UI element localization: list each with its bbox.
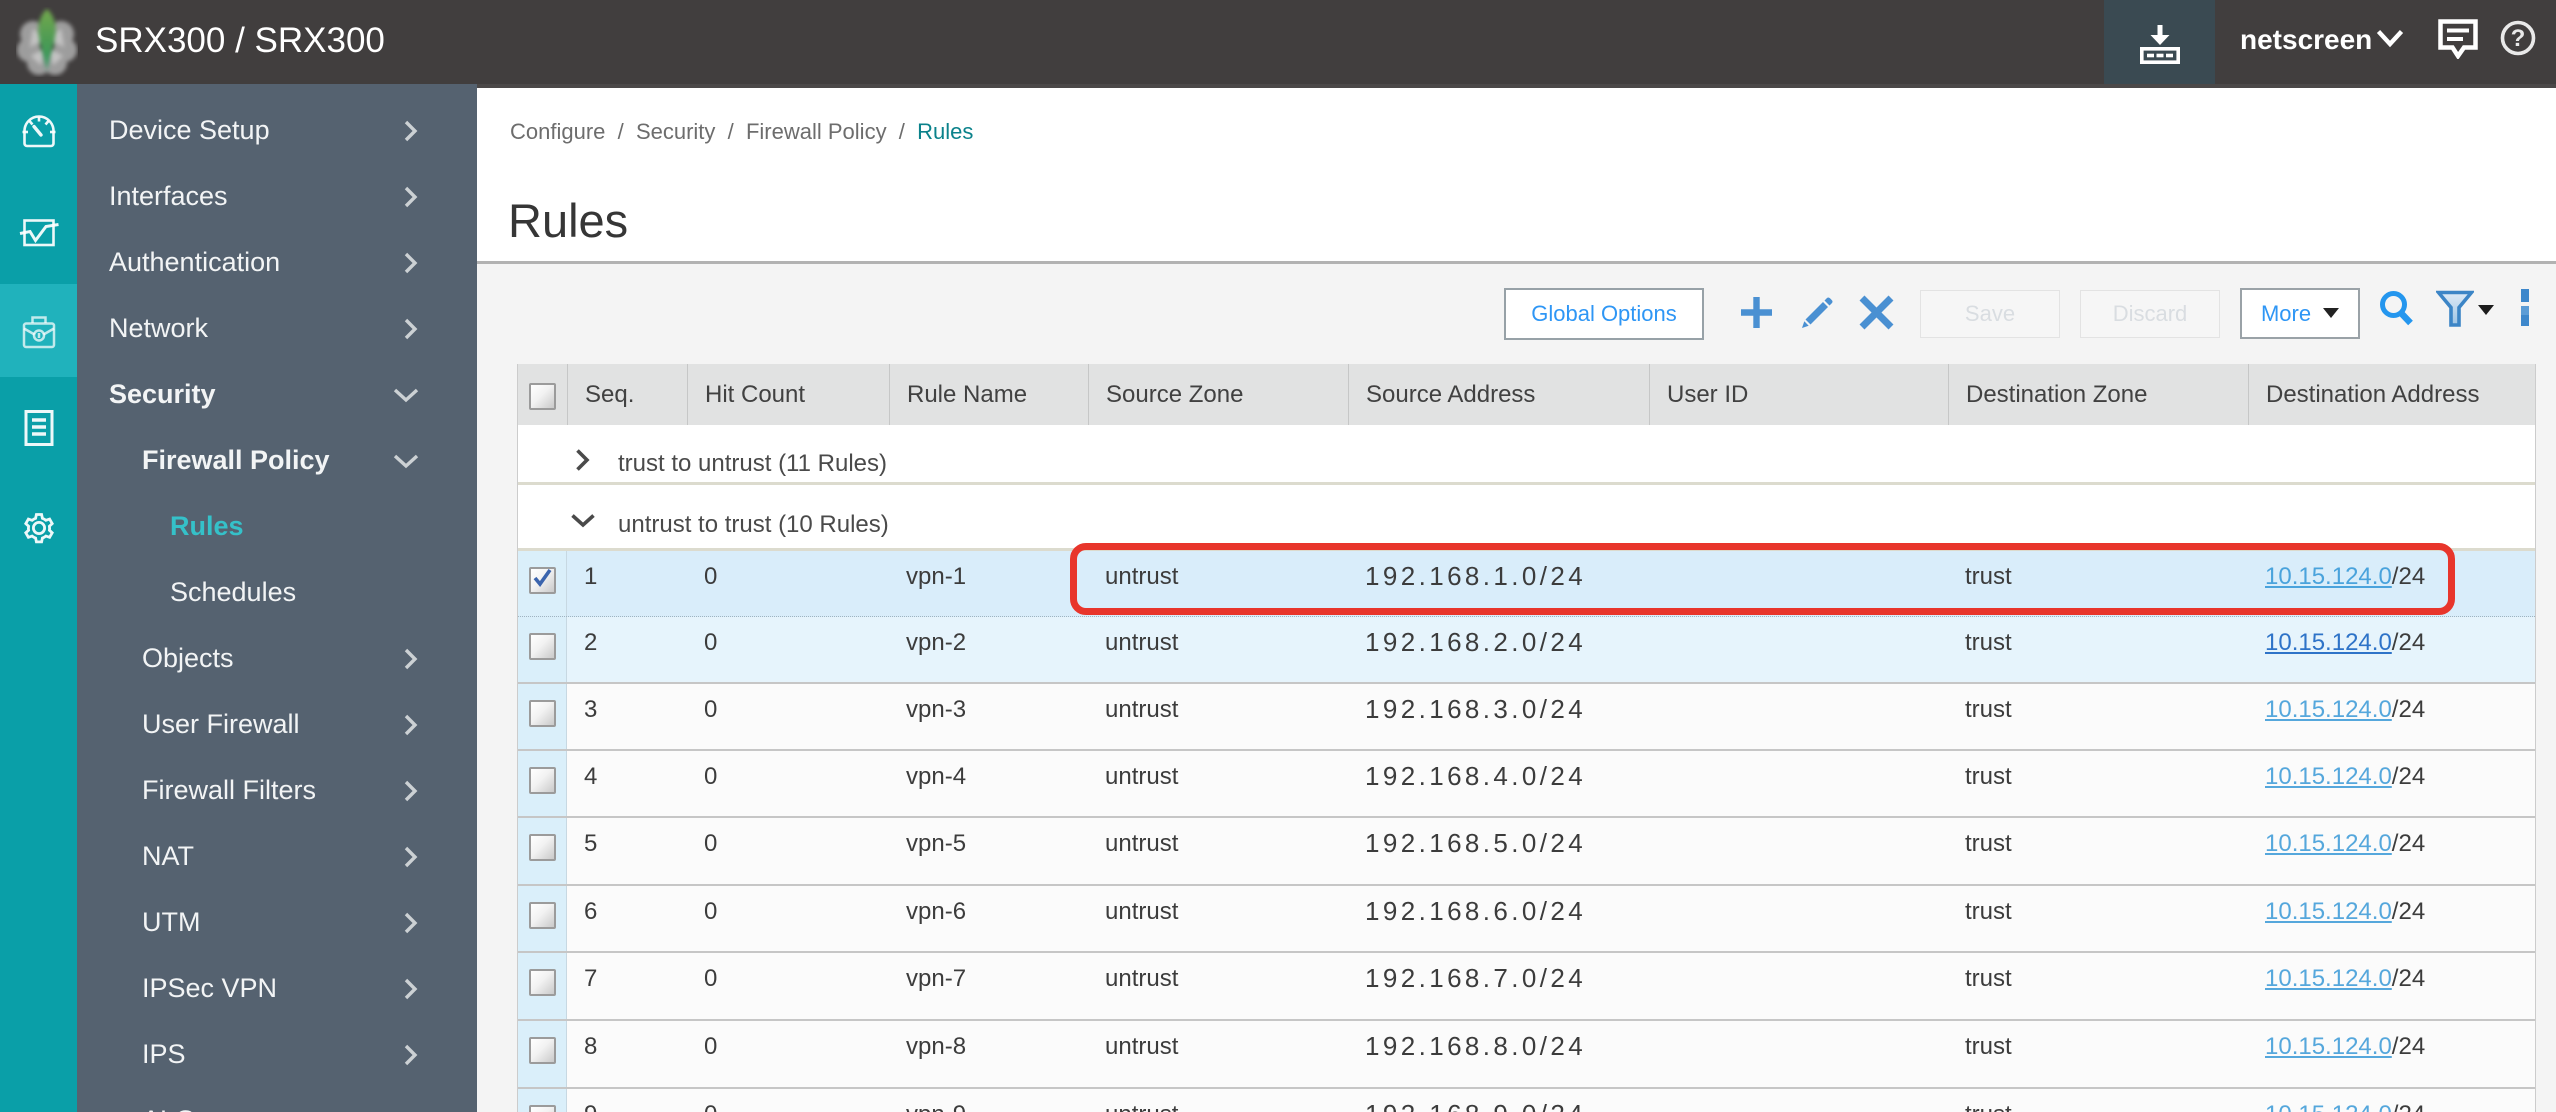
svg-text:?: ? xyxy=(2511,25,2526,52)
